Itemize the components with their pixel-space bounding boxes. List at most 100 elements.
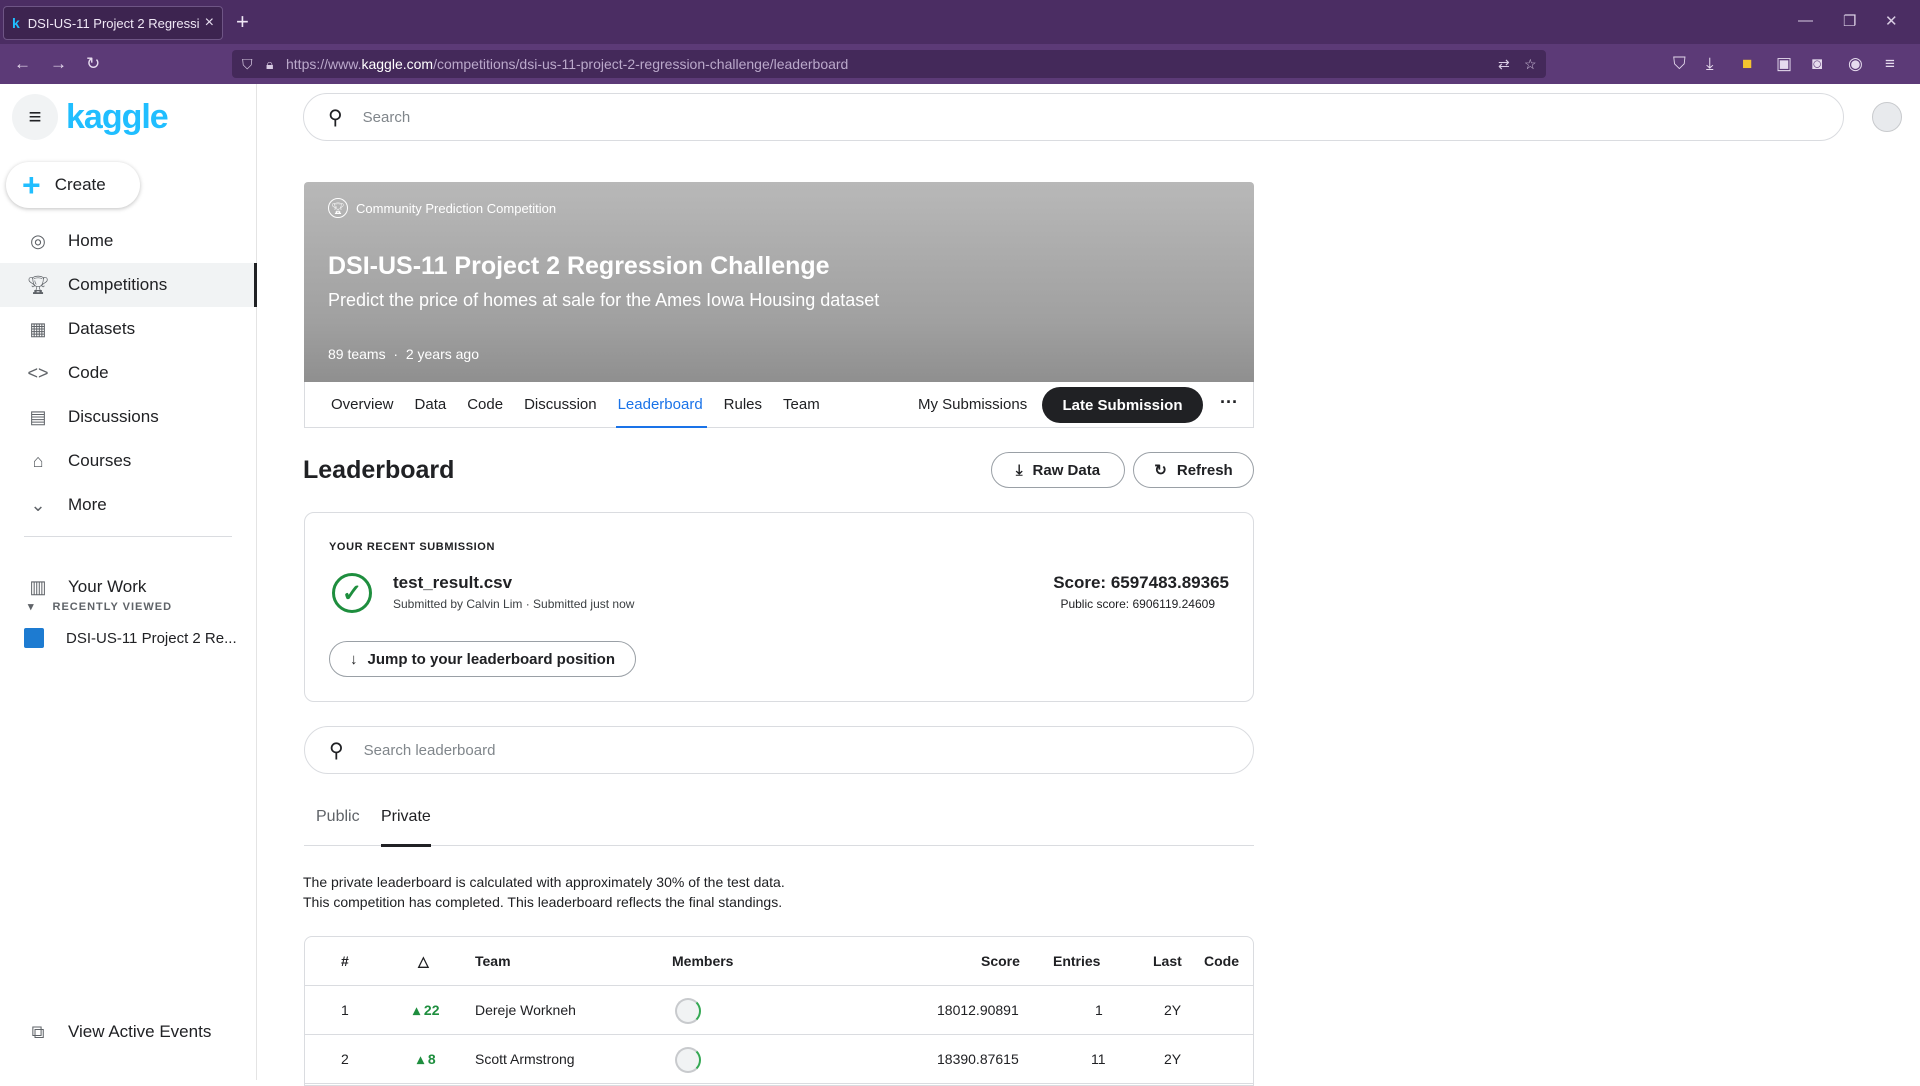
caret-down-icon: ▾ [28, 601, 35, 613]
back-icon[interactable]: ← [14, 54, 31, 74]
leaderboard-search-placeholder: Search leaderboard [363, 741, 496, 759]
member-avatar[interactable] [675, 998, 701, 1024]
row-team[interactable]: Dereje Workneh [475, 986, 576, 1035]
raw-data-label: Raw Data [1032, 461, 1101, 479]
compass-icon: ◎ [30, 230, 46, 251]
row-last: 2Y [1164, 1051, 1182, 1067]
my-submissions-link[interactable]: My Submissions [918, 382, 1027, 428]
submission-details: Submitted by Calvin Lim · Submitted just… [393, 597, 635, 611]
table-icon: ▦ [29, 318, 47, 339]
sidebar-item-label: Courses [68, 451, 132, 470]
row-entries: 11 [1091, 1051, 1106, 1067]
code-icon: <> [27, 362, 49, 383]
header-score[interactable]: Score [981, 937, 1020, 986]
create-button[interactable]: + Create [6, 162, 140, 208]
browser-tab[interactable]: k DSI-US-11 Project 2 Regression × [3, 6, 223, 40]
tab-title: DSI-US-11 Project 2 Regression [27, 15, 199, 31]
note-line: This competition has completed. This lea… [303, 894, 783, 910]
table-row[interactable]: 1 ▴ 22 Dereje Workneh 18012.90891 1 2Y [305, 986, 1253, 1035]
search-placeholder: Search [362, 108, 411, 126]
extension-eye-icon[interactable]: ◉ [1848, 54, 1863, 74]
header-delta[interactable]: △ [418, 937, 429, 986]
row-score: 18012.90891 [937, 1002, 1019, 1018]
url-text: https://www.kaggle.com/competitions/dsi-… [286, 56, 849, 72]
leaderboard-tabs: Public Private [304, 808, 1254, 847]
leaderboard-search-input[interactable]: ⚲ Search leaderboard [304, 726, 1254, 774]
sidebar-item-code[interactable]: <> Code [0, 351, 257, 395]
refresh-button[interactable]: ↻ Refresh [1133, 452, 1254, 488]
kaggle-favicon-icon: k [12, 15, 20, 31]
url-bar[interactable]: ⛉ 🔒︎ https://www.kaggle.com/competitions… [232, 50, 1546, 78]
row-score: 18390.87615 [937, 1051, 1019, 1067]
restore-icon[interactable]: ❐ [1843, 12, 1856, 30]
lock-icon: 🔒︎ [266, 56, 274, 72]
tab-discussion[interactable]: Discussion [524, 382, 597, 428]
member-avatar[interactable] [675, 1047, 701, 1073]
view-active-events-label: View Active Events [68, 1022, 212, 1041]
recent-item[interactable]: DSI-US-11 Project 2 Re... [24, 628, 237, 648]
note-line: The private leaderboard is calculated wi… [303, 874, 785, 890]
header-last[interactable]: Last [1153, 937, 1182, 986]
row-team[interactable]: Scott Armstrong [475, 1035, 575, 1084]
tab-code[interactable]: Code [467, 382, 503, 428]
row-delta: ▴ 8 [417, 1051, 436, 1067]
table-row[interactable]: 2 ▴ 8 Scott Armstrong 18390.87615 11 2Y [305, 1035, 1253, 1084]
pocket-icon[interactable]: ⛉ [1673, 54, 1686, 74]
submission-file-name: test_result.csv [393, 573, 513, 592]
sidebar-item-courses[interactable]: ⌂ Courses [0, 439, 257, 483]
recently-viewed-label: RECENTLY VIEWED [52, 601, 173, 613]
shield-icon[interactable]: ⛉ [242, 56, 253, 73]
late-submission-button[interactable]: Late Submission [1042, 387, 1203, 423]
plus-icon: + [22, 167, 41, 203]
header-team[interactable]: Team [475, 937, 511, 986]
downloads-icon[interactable]: ⤓ [1706, 54, 1714, 74]
sidebar-item-datasets[interactable]: ▦ Datasets [0, 307, 257, 351]
sidebar-item-label: Home [68, 231, 114, 250]
close-window-icon[interactable]: ✕ [1885, 12, 1898, 30]
recently-viewed-header[interactable]: ▾ RECENTLY VIEWED [28, 600, 190, 613]
search-input[interactable]: ⚲ Search [303, 93, 1844, 141]
comment-icon: ▤ [29, 406, 47, 427]
reload-icon[interactable]: ↻ [86, 54, 100, 74]
tab-team[interactable]: Team [783, 382, 820, 428]
tab-leaderboard[interactable]: Leaderboard [615, 382, 707, 428]
header-members: Members [672, 953, 734, 969]
create-label: Create [54, 175, 106, 194]
tab-rules[interactable]: Rules [724, 382, 762, 428]
kaggle-logo[interactable]: kaggle [66, 98, 169, 137]
extension-translate-icon[interactable]: ▣ [1776, 54, 1792, 74]
tab-data[interactable]: Data [415, 382, 447, 428]
table-header: # △ Team Members Score Entries Last Code [305, 937, 1253, 986]
minimize-icon[interactable]: — [1798, 12, 1813, 29]
competition-meta: 89 teams · 2 years ago [328, 346, 479, 362]
raw-data-button[interactable]: ⤓ Raw Data [991, 452, 1125, 488]
sidebar-item-discussions[interactable]: ▤ Discussions [0, 395, 257, 439]
tab-overview[interactable]: Overview [331, 382, 394, 428]
tab-public[interactable]: Public [316, 808, 360, 846]
more-options-icon[interactable]: ··· [1220, 382, 1238, 422]
close-tab-icon[interactable]: × [205, 14, 214, 32]
translate-icon[interactable]: ⇄ [1498, 56, 1510, 73]
competition-age: 2 years ago [405, 346, 479, 362]
row-last: 2Y [1164, 1002, 1182, 1018]
view-active-events-button[interactable]: ⧉ View Active Events [0, 1010, 257, 1054]
sidebar-item-more[interactable]: ⌄ More [0, 483, 257, 527]
leaderboard-note: The private leaderboard is calculated wi… [303, 872, 785, 912]
bookmark-star-icon[interactable]: ☆ [1524, 56, 1537, 73]
new-tab-icon[interactable]: + [236, 10, 249, 34]
competition-kind-label: Community Prediction Competition [356, 200, 557, 216]
menu-icon[interactable]: ≡ [1885, 54, 1895, 74]
extension-reader-icon[interactable]: ◙ [1812, 54, 1822, 74]
hamburger-menu-icon[interactable]: ≡ [12, 94, 58, 140]
trophy-icon: 🏆︎ [328, 198, 348, 218]
forward-icon[interactable]: → [50, 54, 67, 74]
trophy-icon: 🏆︎ [26, 274, 50, 295]
header-entries[interactable]: Entries [1053, 937, 1100, 986]
avatar[interactable] [1872, 102, 1902, 132]
sidebar-item-competitions[interactable]: 🏆︎ Competitions [0, 263, 257, 307]
header-rank[interactable]: # [341, 937, 349, 986]
tab-private[interactable]: Private [381, 808, 431, 847]
sidebar-item-home[interactable]: ◎ Home [0, 219, 257, 263]
extension-folder-icon[interactable]: ■ [1742, 54, 1752, 74]
jump-to-position-button[interactable]: ↓ Jump to your leaderboard position [329, 641, 636, 677]
